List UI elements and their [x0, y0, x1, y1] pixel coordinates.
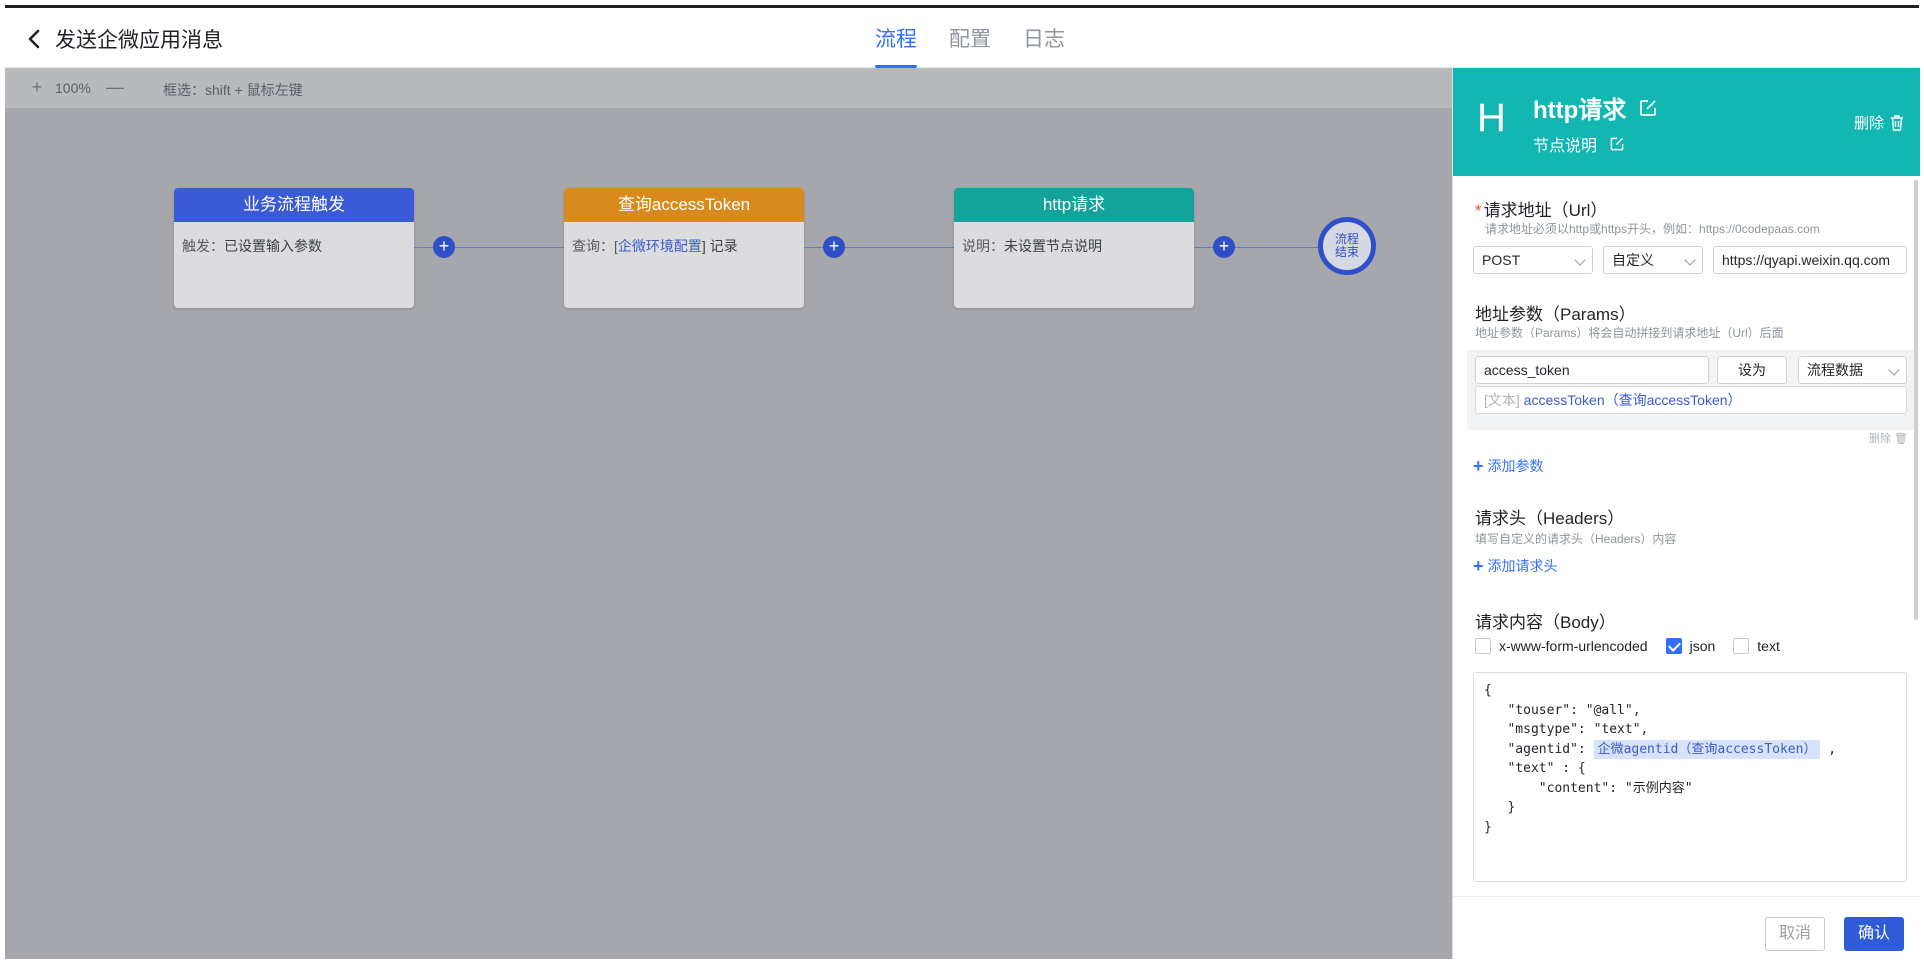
zoom-out-button[interactable]: — — [105, 77, 125, 98]
node-body: 说明：未设置节点说明 — [954, 222, 1194, 270]
panel-title-row: http请求 — [1533, 90, 1658, 125]
required-mark: * — [1475, 201, 1482, 220]
flow-node-http[interactable]: http请求 说明：未设置节点说明 — [954, 188, 1194, 308]
value-token: accessToken（查询accessToken） — [1523, 392, 1742, 408]
node-value: 已设置输入参数 — [224, 238, 322, 254]
add-param-button[interactable]: + 添加参数 — [1473, 456, 1544, 476]
checkbox[interactable] — [1665, 638, 1682, 654]
node-config-panel: H http请求 节点说明 删除 * 请求地址（Url） 请求地址必须以http或… — [1452, 68, 1920, 959]
add-node-button[interactable]: + — [823, 236, 845, 258]
code-line: } — [1484, 800, 1516, 815]
code-line: } — [1484, 819, 1492, 835]
edit-icon[interactable] — [1609, 136, 1625, 152]
add-node-button[interactable]: + — [1213, 236, 1235, 258]
code-line: "touser": "@all", — [1484, 702, 1641, 718]
zoom-level: 100% — [55, 80, 91, 96]
value-type-tag: [文本] — [1484, 392, 1520, 408]
back-button[interactable]: 发送企微应用消息 — [25, 24, 223, 54]
code-line: "text" : { — [1484, 761, 1586, 776]
delete-node-button[interactable]: 删除 — [1854, 112, 1904, 133]
chevron-down-icon — [1888, 364, 1900, 376]
add-node-button[interactable]: + — [433, 236, 455, 258]
headers-section-title: 请求头（Headers） — [1475, 509, 1625, 528]
plus-icon: + — [1473, 556, 1484, 576]
node-type-avatar: H — [1477, 96, 1506, 140]
body-section-title: 请求内容（Body） — [1475, 613, 1616, 632]
chevron-down-icon — [1574, 254, 1586, 266]
panel-title: http请求 — [1533, 97, 1627, 124]
body-json-editor[interactable]: { "touser": "@all", "msgtype": "text", "… — [1473, 672, 1907, 882]
checkbox-form-urlencoded[interactable]: x-www-form-urlencoded — [1475, 638, 1648, 654]
panel-body[interactable]: * 请求地址（Url） 请求地址必须以http或https开头，例如：https:… — [1453, 176, 1920, 896]
flow-node-query[interactable]: 查询accessToken 查询：[企微环境配置] 记录 — [564, 188, 804, 308]
node-title: http请求 — [954, 188, 1194, 222]
url-input[interactable]: https://qyapi.weixin.qq.com — [1713, 246, 1907, 274]
node-suffix: ] 记录 — [701, 238, 738, 254]
panel-footer: 取消 确认 — [1453, 896, 1920, 959]
zoom-in-button[interactable]: + — [27, 77, 47, 98]
param-key-input[interactable]: access_token — [1475, 356, 1709, 384]
panel-scrollbar[interactable] — [1914, 180, 1918, 620]
node-value: 未设置节点说明 — [1004, 238, 1102, 254]
page-title: 发送企微应用消息 — [55, 29, 223, 52]
code-line: "content": "示例内容" — [1484, 780, 1693, 796]
variable-token[interactable]: 企微agentid（查询accessToken） — [1593, 739, 1821, 759]
checkbox-json[interactable]: json — [1665, 638, 1715, 654]
tab-config[interactable]: 配置 — [949, 8, 991, 68]
code-line: "agentid": 企微agentid（查询accessToken） , — [1484, 739, 1837, 759]
param-value-input[interactable]: [文本] accessToken（查询accessToken） — [1475, 386, 1907, 414]
page-header: 发送企微应用消息 流程 配置 日志 — [5, 8, 1919, 68]
flow-canvas[interactable]: + 100% — 框选：shift + 鼠标左键 业务流程触发 触发：已设置输入… — [5, 68, 1452, 959]
node-title: 业务流程触发 — [174, 188, 414, 222]
node-body: 查询：[企微环境配置] 记录 — [564, 222, 804, 270]
panel-subtitle-row: 节点说明 — [1533, 132, 1625, 156]
param-source-select[interactable]: 流程数据 — [1798, 356, 1907, 384]
param-set-as: 设为 — [1717, 356, 1787, 384]
cancel-button[interactable]: 取消 — [1765, 917, 1825, 951]
node-title: 查询accessToken — [564, 188, 804, 222]
params-section-title: 地址参数（Params） — [1475, 305, 1636, 324]
node-body: 触发：已设置输入参数 — [174, 222, 414, 270]
flow-node-trigger[interactable]: 业务流程触发 触发：已设置输入参数 — [174, 188, 414, 308]
url-section-desc: 请求地址必须以http或https开头，例如：https://0codepaas… — [1485, 222, 1820, 236]
checkbox-text[interactable]: text — [1733, 638, 1780, 654]
app-frame: 发送企微应用消息 流程 配置 日志 + 100% — 框选：shift + 鼠标… — [0, 0, 1924, 965]
main-tabs: 流程 配置 日志 — [875, 8, 1065, 68]
node-label: 查询：[ — [572, 238, 618, 254]
confirm-button[interactable]: 确认 — [1844, 917, 1904, 951]
code-line: "msgtype": "text", — [1484, 722, 1649, 737]
add-header-button[interactable]: + 添加请求头 — [1473, 556, 1558, 576]
chevron-down-icon — [1684, 254, 1696, 266]
checkbox[interactable] — [1475, 638, 1491, 654]
url-mode-select[interactable]: 自定义 — [1603, 246, 1703, 274]
headers-section-desc: 填写自定义的请求头（Headers）内容 — [1475, 532, 1677, 546]
panel-header: H http请求 节点说明 删除 — [1453, 68, 1920, 176]
selection-hint: 框选：shift + 鼠标左键 — [163, 82, 303, 98]
edit-icon[interactable] — [1638, 98, 1658, 118]
param-delete-button[interactable]: 删除 🗑 — [1869, 430, 1908, 446]
tab-flow[interactable]: 流程 — [875, 8, 917, 68]
delete-label: 删除 — [1853, 115, 1884, 132]
plus-icon: + — [1473, 456, 1484, 476]
body-type-options: x-www-form-urlencoded json text — [1475, 638, 1798, 654]
node-description-label: 节点说明 — [1533, 138, 1598, 155]
canvas-toolbar: + 100% — 框选：shift + 鼠标左键 — [5, 68, 1452, 108]
node-label: 说明： — [962, 238, 1004, 254]
url-section-title: * 请求地址（Url） — [1475, 201, 1608, 220]
chevron-left-icon — [28, 29, 40, 49]
flow-end-node[interactable]: 流程 结束 — [1318, 217, 1376, 275]
params-section-desc: 地址参数（Params）将会自动拼接到请求地址（Url）后面 — [1475, 326, 1784, 340]
end-node-label: 流程 结束 — [1334, 232, 1359, 259]
method-select[interactable]: POST — [1473, 246, 1593, 274]
trash-icon — [1891, 114, 1903, 131]
tab-log[interactable]: 日志 — [1023, 8, 1065, 68]
node-label: 触发： — [182, 238, 224, 254]
node-link[interactable]: 企微环境配置 — [618, 238, 702, 254]
code-line: { — [1484, 683, 1492, 698]
checkbox[interactable] — [1733, 638, 1750, 654]
